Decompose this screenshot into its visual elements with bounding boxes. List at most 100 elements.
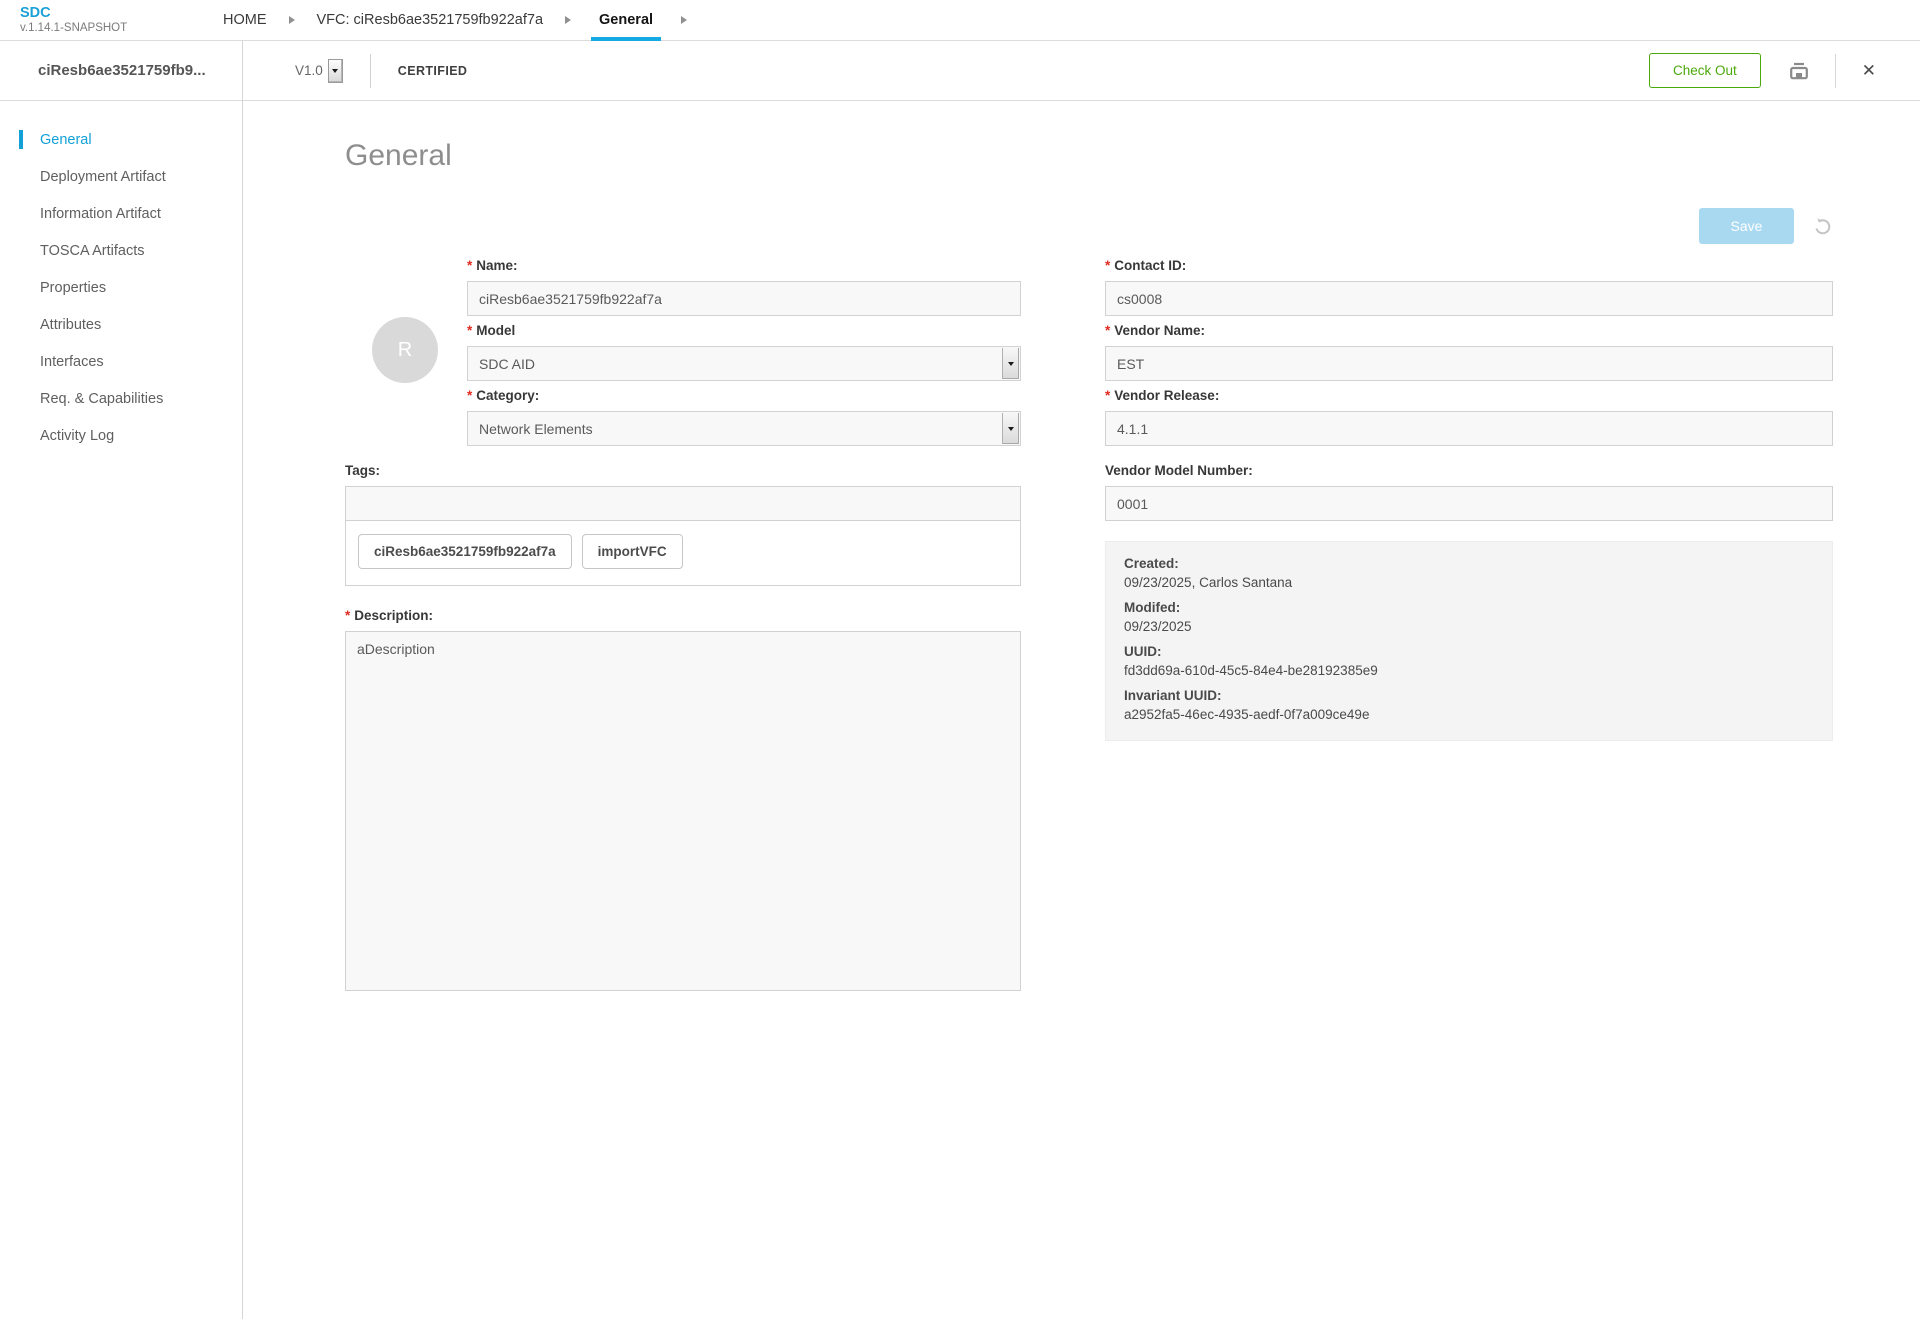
breadcrumb-vfc[interactable]: VFC: ciResb6ae3521759fb922af7a — [309, 0, 552, 41]
created-value: 09/23/2025, Carlos Santana — [1124, 575, 1814, 590]
chevron-down-icon — [332, 69, 338, 73]
sidebar-item-interfaces[interactable]: Interfaces — [0, 343, 242, 380]
sidebar-item-label: Information Artifact — [40, 206, 161, 222]
breadcrumb-arrow-icon — [565, 16, 571, 24]
tags-label: Tags: — [345, 462, 1021, 480]
sidebar-item-tosca-artifacts[interactable]: TOSCA Artifacts — [0, 232, 242, 269]
avatar: R — [372, 317, 438, 383]
avatar-letter: R — [398, 339, 412, 362]
version-dropdown-spinner[interactable] — [328, 59, 343, 83]
sidebar-item-attributes[interactable]: Attributes — [0, 306, 242, 343]
sidebar-item-information-artifact[interactable]: Information Artifact — [0, 195, 242, 232]
breadcrumb: HOME VFC: ciResb6ae3521759fb922af7a Gene… — [215, 0, 701, 40]
select-dropdown-button[interactable] — [1002, 348, 1019, 379]
vendor-release-input[interactable] — [1105, 411, 1833, 446]
required-marker: * — [467, 257, 472, 275]
print-button[interactable] — [1787, 60, 1811, 82]
close-button[interactable]: ✕ — [1862, 62, 1876, 79]
page-title: General — [345, 139, 1920, 173]
sidebar-item-general[interactable]: General — [0, 121, 242, 158]
category-select[interactable]: Network Elements — [467, 411, 1021, 446]
required-marker: * — [467, 322, 472, 340]
tags-input[interactable] — [345, 486, 1021, 521]
sidebar-item-label: Deployment Artifact — [40, 169, 166, 185]
sidebar-item-label: General — [40, 132, 92, 148]
contact-id-input[interactable] — [1105, 281, 1833, 316]
version-label: V1.0 — [295, 63, 323, 78]
model-select[interactable]: SDC AID — [467, 346, 1021, 381]
breadcrumb-general-label: General — [599, 12, 653, 28]
lifecycle-status-badge: CERTIFIED — [398, 64, 468, 78]
required-marker: * — [467, 387, 472, 405]
sidebar-entity-name: ciResb6ae3521759fb9... — [0, 41, 242, 101]
select-dropdown-button[interactable] — [1002, 413, 1019, 444]
sidebar-item-deployment-artifact[interactable]: Deployment Artifact — [0, 158, 242, 195]
tag-chip[interactable]: importVFC — [582, 534, 683, 569]
refresh-icon — [1812, 216, 1833, 237]
sidebar: ciResb6ae3521759fb9... General Deploymen… — [0, 41, 243, 1319]
tags-container: ciResb6ae3521759fb922af7a importVFC — [345, 520, 1021, 586]
chevron-down-icon — [1008, 362, 1014, 366]
breadcrumb-home[interactable]: HOME — [215, 0, 275, 41]
printer-icon — [1787, 60, 1811, 82]
model-label: * Model — [467, 322, 1021, 340]
breadcrumb-home-label: HOME — [223, 12, 267, 28]
vendor-model-number-label: Vendor Model Number: — [1105, 462, 1833, 480]
check-out-button[interactable]: Check Out — [1649, 53, 1761, 88]
metadata-panel: Created: 09/23/2025, Carlos Santana Modi… — [1105, 541, 1833, 741]
model-selected-value: SDC AID — [479, 356, 535, 372]
required-marker: * — [1105, 387, 1110, 405]
description-field-group: * Description: aDescription — [345, 607, 1021, 996]
close-icon: ✕ — [1862, 62, 1876, 79]
sidebar-item-req-capabilities[interactable]: Req. & Capabilities — [0, 380, 242, 417]
uuid-value: fd3dd69a-610d-45c5-84e4-be28192385e9 — [1124, 663, 1814, 678]
sidebar-item-label: TOSCA Artifacts — [40, 243, 145, 259]
uuid-label: UUID: — [1124, 644, 1814, 659]
save-button[interactable]: Save — [1699, 208, 1794, 244]
modified-value: 09/23/2025 — [1124, 619, 1814, 634]
top-nav: SDC v.1.14.1-SNAPSHOT HOME VFC: ciResb6a… — [0, 0, 1920, 41]
breadcrumb-vfc-label: VFC: ciResb6ae3521759fb922af7a — [317, 12, 544, 28]
active-tab-underline — [591, 37, 661, 41]
name-label: * Name: — [467, 257, 1021, 275]
required-marker: * — [1105, 322, 1110, 340]
invariant-uuid-value: a2952fa5-46ec-4935-aedf-0f7a009ce49e — [1124, 707, 1814, 722]
version-selector[interactable]: V1.0 — [295, 59, 343, 83]
active-item-bar — [19, 130, 23, 149]
model-field-group: * Model SDC AID — [467, 322, 1021, 381]
modified-label: Modifed: — [1124, 600, 1814, 615]
breadcrumb-general[interactable]: General — [585, 0, 667, 41]
version-bar: V1.0 CERTIFIED Check Out ✕ — [243, 41, 1920, 101]
tag-chip[interactable]: ciResb6ae3521759fb922af7a — [358, 534, 572, 569]
revert-button[interactable] — [1812, 216, 1833, 237]
vendor-name-field-group: * Vendor Name: — [1105, 322, 1833, 381]
sidebar-item-label: Attributes — [40, 317, 101, 333]
contact-id-label: * Contact ID: — [1105, 257, 1833, 275]
vendor-release-label: * Vendor Release: — [1105, 387, 1833, 405]
category-field-group: * Category: Network Elements — [467, 387, 1021, 446]
divider — [1835, 54, 1836, 88]
save-row: Save — [1105, 205, 1833, 247]
logo-block: SDC v.1.14.1-SNAPSHOT — [0, 0, 215, 40]
app-logo[interactable]: SDC — [20, 5, 215, 21]
sidebar-item-label: Activity Log — [40, 428, 114, 444]
breadcrumb-arrow-icon — [289, 16, 295, 24]
breadcrumb-arrow-icon — [681, 16, 687, 24]
invariant-uuid-label: Invariant UUID: — [1124, 688, 1814, 703]
sidebar-item-label: Interfaces — [40, 354, 104, 370]
vendor-model-number-input[interactable] — [1105, 486, 1833, 521]
name-input[interactable] — [467, 281, 1021, 316]
vendor-name-input[interactable] — [1105, 346, 1833, 381]
required-marker: * — [345, 607, 350, 625]
general-page: General R * Name: — [243, 101, 1920, 1319]
sidebar-item-label: Req. & Capabilities — [40, 391, 163, 407]
sidebar-item-properties[interactable]: Properties — [0, 269, 242, 306]
description-textarea[interactable]: aDescription — [345, 631, 1021, 991]
created-label: Created: — [1124, 556, 1814, 571]
description-label: * Description: — [345, 607, 1021, 625]
vendor-release-field-group: * Vendor Release: — [1105, 387, 1833, 446]
divider — [370, 54, 371, 88]
sidebar-item-activity-log[interactable]: Activity Log — [0, 417, 242, 454]
sidebar-item-label: Properties — [40, 280, 106, 296]
vendor-name-label: * Vendor Name: — [1105, 322, 1833, 340]
